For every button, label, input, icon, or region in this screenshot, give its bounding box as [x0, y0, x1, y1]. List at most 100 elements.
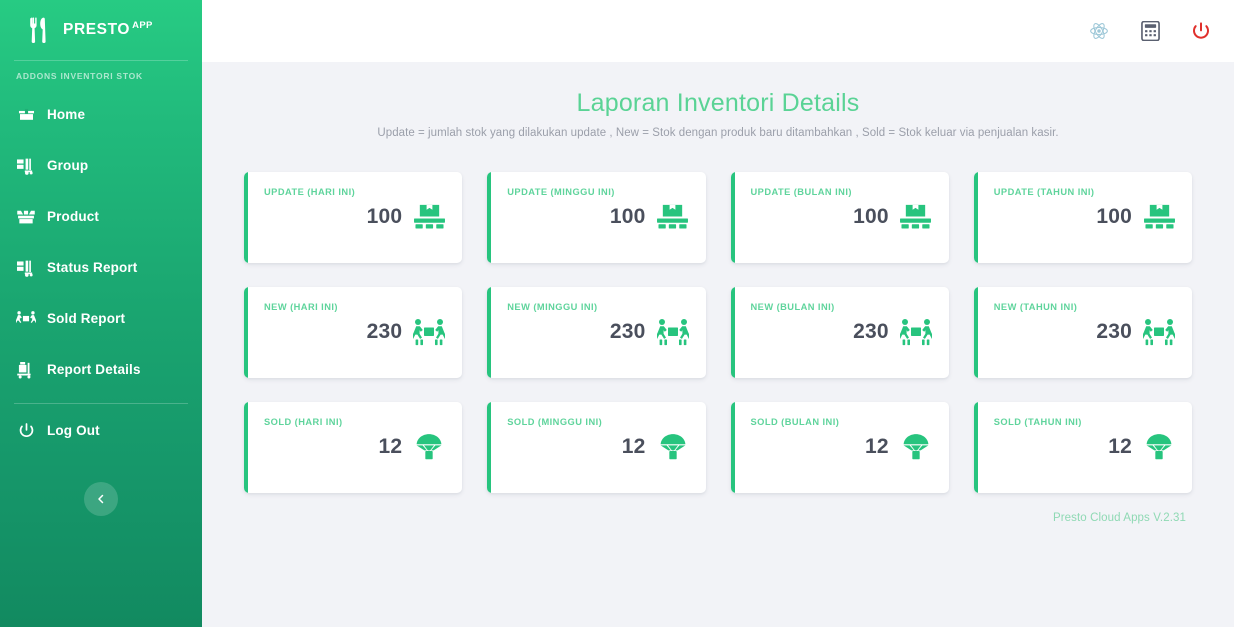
stat-card-inner: UPDATE (HARI INI) 100: [244, 172, 462, 263]
sidebar-item-label: Group: [47, 158, 89, 173]
brand-logo-block[interactable]: PRESTO APP: [0, 0, 202, 60]
fork-knife-icon: [24, 15, 54, 45]
stat-card-inner: SOLD (HARI INI) 12: [244, 402, 462, 493]
stat-card-value: 230: [1096, 320, 1132, 343]
stat-card-inner: SOLD (MINGGU INI) 12: [487, 402, 705, 493]
stat-card-value: 230: [609, 320, 646, 343]
stat-card-value: 12: [1108, 435, 1132, 458]
stat-card-new-bulan-ini[interactable]: NEW (BULAN INI) 230: [730, 287, 949, 378]
pallet-box-icon: [1142, 202, 1176, 232]
stat-card-row: 230: [994, 317, 1178, 347]
stat-card-row: 100: [751, 202, 935, 232]
stat-card-row: 12: [507, 432, 691, 462]
sidebar-item-label: Report Details: [47, 362, 141, 377]
stat-card-sold-tahun-ini[interactable]: SOLD (TAHUN INI) 12: [973, 402, 1192, 493]
sidebar-item-status-report[interactable]: Status Report: [0, 242, 202, 293]
brand-name: PRESTO APP: [63, 20, 153, 39]
parachute-box-icon: [899, 432, 933, 462]
stat-card-value: 100: [853, 205, 889, 228]
stat-card-value: 100: [366, 205, 403, 228]
topbar: [202, 0, 1234, 62]
stat-card-label: UPDATE (BULAN INI): [750, 187, 852, 197]
sidebar-collapse-button[interactable]: [84, 482, 118, 516]
stat-card-value: 230: [366, 320, 403, 343]
parachute-box-icon: [1142, 432, 1176, 462]
sidebar-item-sold-report[interactable]: Sold Report: [0, 293, 202, 344]
stat-card-update-hari-ini[interactable]: UPDATE (HARI INI) 100: [244, 172, 463, 263]
brand-name-sup: APP: [132, 20, 153, 32]
sidebar-item-label: Status Report: [47, 260, 138, 275]
stats-grid: UPDATE (HARI INI) 100 UPDATE (MINGGU INI…: [236, 172, 1200, 493]
stat-card-inner: SOLD (TAHUN INI) 12: [974, 402, 1192, 493]
sidebar-item-label: Product: [47, 209, 100, 224]
stat-card-inner: NEW (BULAN INI) 230: [731, 287, 949, 378]
stat-card-inner: NEW (TAHUN INI) 230: [974, 287, 1192, 378]
stat-card-new-minggu-ini[interactable]: NEW (MINGGU INI) 230: [487, 287, 706, 378]
stat-card-sold-hari-ini[interactable]: SOLD (HARI INI) 12: [244, 402, 463, 493]
stat-card-row: 12: [994, 432, 1178, 462]
stat-card-value: 230: [853, 320, 889, 343]
stat-card-update-bulan-ini[interactable]: UPDATE (BULAN INI) 100: [730, 172, 949, 263]
stat-card-row: 100: [264, 202, 448, 232]
app-root: PRESTO APP ADDONS INVENTORI STOK Home Gr…: [0, 0, 1234, 627]
stat-card-inner: UPDATE (TAHUN INI) 100: [974, 172, 1192, 263]
stat-card-row: 230: [264, 317, 448, 347]
power-icon: [16, 420, 36, 440]
stat-card-sold-minggu-ini[interactable]: SOLD (MINGGU INI) 12: [487, 402, 706, 493]
stat-card-inner: UPDATE (BULAN INI) 100: [731, 172, 949, 263]
stat-card-label: NEW (TAHUN INI): [993, 302, 1078, 312]
stat-card-inner: SOLD (BULAN INI) 12: [731, 402, 949, 493]
sidebar-section-label: ADDONS INVENTORI STOK: [16, 71, 143, 81]
stat-card-label: UPDATE (HARI INI): [264, 187, 356, 197]
people-carry-icon: [16, 309, 36, 329]
stat-card-sold-bulan-ini[interactable]: SOLD (BULAN INI) 12: [730, 402, 949, 493]
box-home-icon: [16, 105, 36, 125]
stat-card-value: 12: [621, 435, 646, 458]
stat-card-row: 100: [507, 202, 691, 232]
people-carry-box-icon: [412, 317, 446, 347]
stat-card-inner: NEW (MINGGU INI) 230: [487, 287, 705, 378]
atom-icon[interactable]: [1088, 20, 1110, 42]
stat-card-label: UPDATE (TAHUN INI): [993, 187, 1095, 197]
calculator-icon[interactable]: [1139, 20, 1161, 42]
parachute-box-icon: [412, 432, 446, 462]
sidebar: PRESTO APP ADDONS INVENTORI STOK Home Gr…: [0, 0, 202, 627]
sidebar-item-product[interactable]: Product: [0, 191, 202, 242]
sidebar-menu: Home Group Product Status Report Sold Re…: [0, 87, 202, 516]
stat-card-new-tahun-ini[interactable]: NEW (TAHUN INI) 230: [973, 287, 1192, 378]
main-area: Laporan Inventori Details Update = jumla…: [202, 0, 1234, 627]
stat-card-label: SOLD (BULAN INI): [750, 417, 840, 427]
page-subtitle: Update = jumlah stok yang dilakukan upda…: [377, 127, 1059, 139]
sidebar-item-logout[interactable]: Log Out: [0, 404, 202, 456]
stat-card-update-minggu-ini[interactable]: UPDATE (MINGGU INI) 100: [487, 172, 706, 263]
power-icon[interactable]: [1190, 20, 1212, 42]
stat-card-row: 12: [751, 432, 935, 462]
stat-card-label: NEW (MINGGU INI): [507, 302, 598, 312]
forklift-icon: [16, 156, 36, 176]
sidebar-item-home[interactable]: Home: [0, 89, 202, 140]
stat-card-new-hari-ini[interactable]: NEW (HARI INI) 230: [244, 287, 463, 378]
people-carry-box-icon: [1142, 317, 1176, 347]
stat-card-update-tahun-ini[interactable]: UPDATE (TAHUN INI) 100: [973, 172, 1192, 263]
stat-card-label: NEW (HARI INI): [264, 302, 338, 312]
stat-card-label: SOLD (HARI INI): [264, 417, 343, 427]
stat-card-label: SOLD (MINGGU INI): [507, 417, 603, 427]
stat-card-label: NEW (BULAN INI): [750, 302, 835, 312]
sidebar-collapse-wrap: [0, 456, 202, 516]
footer-version: Presto Cloud Apps V.2.31: [1052, 512, 1186, 524]
content-area: Laporan Inventori Details Update = jumla…: [202, 62, 1234, 627]
stat-card-row: 230: [751, 317, 935, 347]
sidebar-item-report-details[interactable]: Report Details: [0, 344, 202, 395]
pallet-box-icon: [899, 202, 933, 232]
page-title: Laporan Inventori Details: [576, 89, 860, 117]
sidebar-item-group[interactable]: Group: [0, 140, 202, 191]
stat-card-row: 230: [507, 317, 691, 347]
people-carry-box-icon: [656, 317, 690, 347]
open-box-icon: [16, 207, 36, 227]
stat-card-inner: UPDATE (MINGGU INI) 100: [487, 172, 705, 263]
pallet-box-icon: [412, 202, 446, 232]
stat-card-value: 100: [609, 205, 646, 228]
sidebar-item-label: Sold Report: [47, 311, 126, 326]
forklift-icon: [16, 258, 36, 278]
stat-card-value: 12: [378, 435, 403, 458]
